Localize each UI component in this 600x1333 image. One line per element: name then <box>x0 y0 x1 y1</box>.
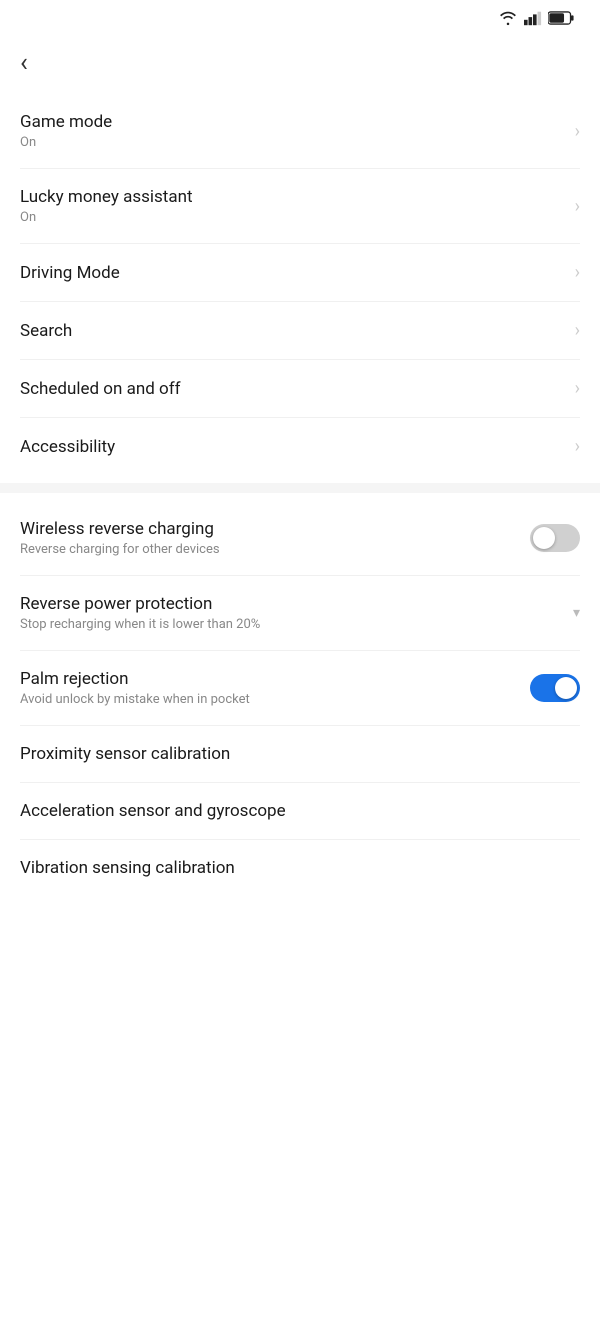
chevron-icon: › <box>575 121 580 142</box>
header: ‹ <box>0 36 600 94</box>
item-title-wireless-charging: Wireless reverse charging <box>20 519 530 539</box>
chevron-icon: › <box>575 320 580 341</box>
item-content-game-mode: Game mode On <box>20 112 565 150</box>
wifi-icon <box>498 10 518 30</box>
item-subtitle-wireless-charging: Reverse charging for other devices <box>20 542 530 557</box>
item-content-wireless-charging: Wireless reverse charging Reverse chargin… <box>20 519 530 557</box>
chevron-icon: › <box>575 378 580 399</box>
item-content-proximity-sensor: Proximity sensor calibration <box>20 744 580 764</box>
item-content-acceleration-sensor: Acceleration sensor and gyroscope <box>20 801 580 821</box>
item-subtitle-reverse-protection: Stop recharging when it is lower than 20… <box>20 617 563 632</box>
status-icons <box>498 10 580 30</box>
toggle-palm-rejection[interactable] <box>530 674 580 702</box>
item-title-acceleration-sensor: Acceleration sensor and gyroscope <box>20 801 580 821</box>
back-button[interactable]: ‹ <box>20 48 28 78</box>
toggle-knob <box>555 677 577 699</box>
settings-item-scheduled[interactable]: Scheduled on and off › <box>20 360 580 418</box>
signal-icon <box>524 10 542 30</box>
settings-item-wireless-charging[interactable]: Wireless reverse charging Reverse chargin… <box>20 501 580 576</box>
settings-item-acceleration-sensor[interactable]: Acceleration sensor and gyroscope <box>20 783 580 840</box>
settings-item-palm-rejection[interactable]: Palm rejection Avoid unlock by mistake wh… <box>20 651 580 726</box>
settings-item-driving-mode[interactable]: Driving Mode › <box>20 244 580 302</box>
item-content-reverse-protection: Reverse power protection Stop recharging … <box>20 594 563 632</box>
item-content-driving-mode: Driving Mode <box>20 263 565 283</box>
settings-item-reverse-protection[interactable]: Reverse power protection Stop recharging … <box>20 576 580 651</box>
item-title-reverse-protection: Reverse power protection <box>20 594 563 614</box>
item-title-driving-mode: Driving Mode <box>20 263 565 283</box>
item-subtitle-game-mode: On <box>20 135 565 150</box>
item-title-scheduled: Scheduled on and off <box>20 379 565 399</box>
menu-settings-list: Game modeOn›Lucky money assistantOn›Driv… <box>0 94 600 475</box>
dropdown-arrow-icon: ▾ <box>573 605 580 621</box>
chevron-icon: › <box>575 436 580 457</box>
settings-item-proximity-sensor[interactable]: Proximity sensor calibration <box>20 726 580 783</box>
settings-item-lucky-money[interactable]: Lucky money assistant On › <box>20 169 580 244</box>
item-subtitle-palm-rejection: Avoid unlock by mistake when in pocket <box>20 692 530 707</box>
item-content-vibration-sensing: Vibration sensing calibration <box>20 858 580 878</box>
battery-icon <box>548 10 574 30</box>
toggle-wireless-charging[interactable] <box>530 524 580 552</box>
item-title-accessibility: Accessibility <box>20 437 565 457</box>
section-divider <box>0 483 600 493</box>
hardware-settings-list: Wireless reverse charging Reverse chargin… <box>0 501 600 896</box>
chevron-icon: › <box>575 196 580 217</box>
status-bar <box>0 0 600 36</box>
toggle-knob <box>533 527 555 549</box>
item-title-lucky-money: Lucky money assistant <box>20 187 565 207</box>
item-content-accessibility: Accessibility <box>20 437 565 457</box>
settings-item-accessibility[interactable]: Accessibility › <box>20 418 580 475</box>
settings-item-search[interactable]: Search › <box>20 302 580 360</box>
item-title-proximity-sensor: Proximity sensor calibration <box>20 744 580 764</box>
item-content-palm-rejection: Palm rejection Avoid unlock by mistake wh… <box>20 669 530 707</box>
item-content-search: Search <box>20 321 565 341</box>
settings-item-game-mode[interactable]: Game mode On › <box>20 94 580 169</box>
item-title-vibration-sensing: Vibration sensing calibration <box>20 858 580 878</box>
item-content-lucky-money: Lucky money assistant On <box>20 187 565 225</box>
item-title-search: Search <box>20 321 565 341</box>
chevron-icon: › <box>575 262 580 283</box>
item-title-game-mode: Game mode <box>20 112 565 132</box>
settings-item-vibration-sensing[interactable]: Vibration sensing calibration <box>20 840 580 896</box>
item-content-scheduled: Scheduled on and off <box>20 379 565 399</box>
item-title-palm-rejection: Palm rejection <box>20 669 530 689</box>
item-subtitle-lucky-money: On <box>20 210 565 225</box>
